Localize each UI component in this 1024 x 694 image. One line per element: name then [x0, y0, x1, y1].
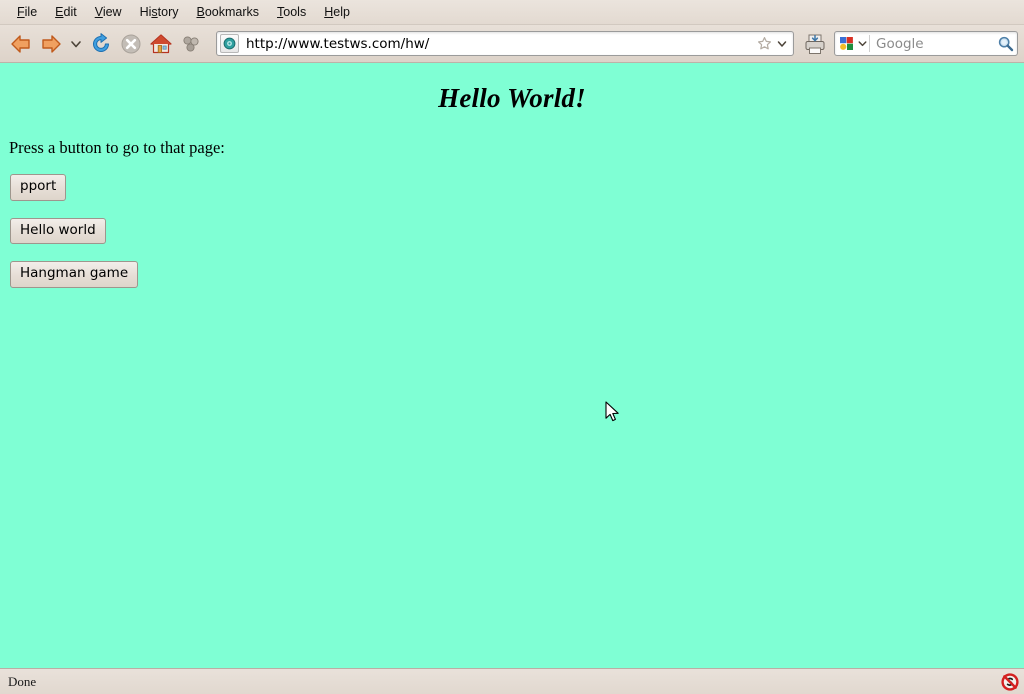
menu-item-tools[interactable]: Tools: [268, 3, 315, 21]
menu-bar: File Edit View History Bookmarks Tools H…: [0, 0, 1024, 25]
star-outline-icon[interactable]: [754, 36, 774, 51]
search-bar[interactable]: Google: [834, 31, 1018, 56]
hello-world-button[interactable]: Hello world: [10, 217, 106, 245]
page-title: Hello World!: [438, 83, 586, 113]
chevron-down-icon[interactable]: [774, 38, 790, 50]
menu-item-file[interactable]: File: [8, 3, 46, 21]
magnifier-icon[interactable]: [993, 35, 1017, 52]
menu-item-bookmarks[interactable]: Bookmarks: [188, 3, 269, 21]
page-content: Hello World! Press a button to go to tha…: [0, 63, 1024, 668]
url-text[interactable]: http://www.testws.com/hw/: [243, 36, 754, 52]
menu-item-help[interactable]: Help: [315, 3, 359, 21]
menu-item-history[interactable]: History: [131, 3, 188, 21]
url-bar[interactable]: http://www.testws.com/hw/: [216, 31, 794, 56]
google-logo-icon[interactable]: [837, 35, 855, 52]
status-text: Done: [8, 673, 37, 689]
addons-icon[interactable]: [176, 29, 206, 59]
menu-item-edit[interactable]: Edit: [46, 3, 86, 21]
globe-icon: [220, 34, 239, 53]
home-button[interactable]: [146, 29, 176, 59]
instruction-text: Press a button to go to that page:: [9, 138, 225, 157]
chevron-down-icon[interactable]: [855, 38, 869, 49]
forward-button[interactable]: [36, 29, 66, 59]
browser-window: File Edit View History Bookmarks Tools H…: [0, 0, 1024, 694]
pport-button[interactable]: pport: [10, 174, 67, 201]
menu-item-view[interactable]: View: [86, 3, 131, 21]
print-button[interactable]: [800, 29, 830, 59]
back-button[interactable]: [6, 29, 36, 59]
mouse-cursor: [605, 401, 621, 425]
stop-button: [116, 29, 146, 59]
noscript-blocked-icon[interactable]: [1000, 672, 1020, 692]
status-bar: Done: [0, 668, 1024, 694]
history-dropdown-button[interactable]: [66, 29, 86, 59]
reload-button[interactable]: [86, 29, 116, 59]
search-input[interactable]: Google: [870, 36, 993, 52]
hangman-game-button[interactable]: Hangman game: [10, 261, 139, 288]
button-list: pport Hello world Hangman game: [0, 158, 1024, 288]
navigation-toolbar: http://www.testws.com/hw/ Google: [0, 25, 1024, 63]
